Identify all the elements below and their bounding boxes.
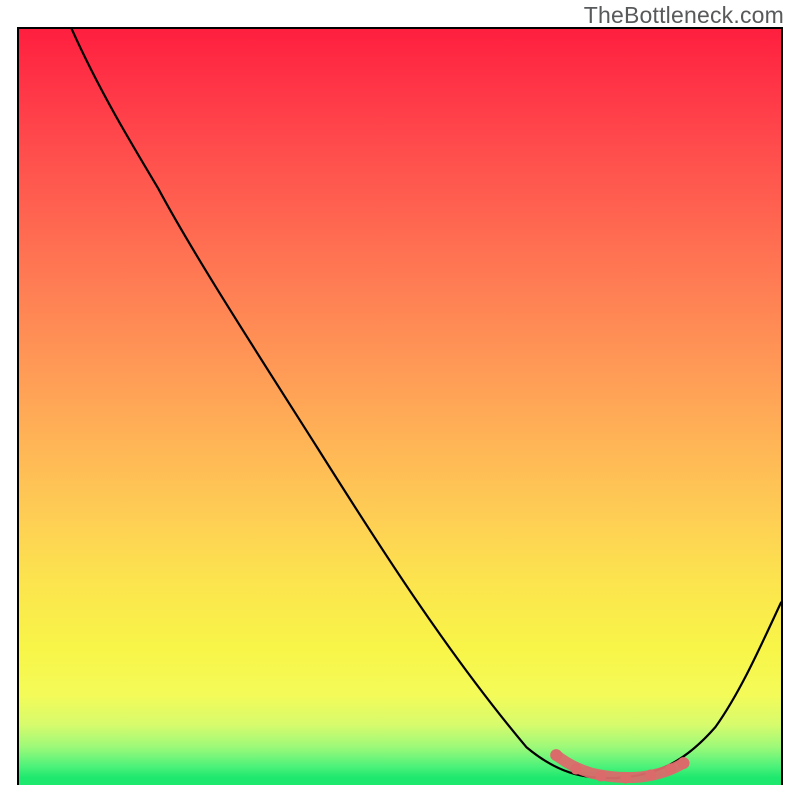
watermark-text: TheBottleneck.com [584,2,784,29]
optimal-band-dot [571,764,582,775]
chart-svg [19,29,781,785]
chart-frame: TheBottleneck.com [0,0,800,800]
optimal-band-dot [665,764,676,775]
plot-area [17,27,783,785]
optimal-band-dot [678,757,690,769]
bottleneck-curve [72,29,781,778]
optimal-band-dot [595,771,606,782]
optimal-band-dot [645,770,656,781]
optimal-band-dot [620,773,631,784]
optimal-band-dot [550,749,562,761]
